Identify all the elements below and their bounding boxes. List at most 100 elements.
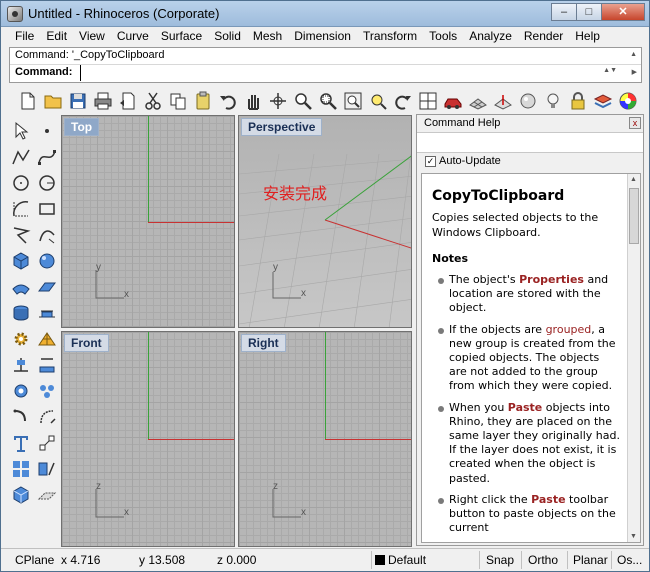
polyline-icon[interactable]	[9, 145, 33, 169]
viewport-title-perspective[interactable]: Perspective	[241, 118, 323, 136]
lock-icon[interactable]	[565, 89, 590, 113]
menu-file[interactable]: File	[9, 27, 40, 46]
rectangle-icon[interactable]	[35, 197, 59, 221]
layer-icon[interactable]	[590, 89, 615, 113]
dimension-icon[interactable]	[9, 379, 33, 403]
viewport-front[interactable]: Front z x	[61, 331, 235, 547]
select-arrow-icon[interactable]	[9, 119, 33, 143]
menu-view[interactable]: View	[73, 27, 111, 46]
help-link-grouped[interactable]: grouped	[546, 323, 592, 336]
viewport-perspective[interactable]: Perspective 安装完成 y x	[238, 115, 412, 328]
panel-header[interactable]: Command Help x	[417, 115, 643, 133]
menu-render[interactable]: Render	[518, 27, 569, 46]
menu-dimension[interactable]: Dimension	[288, 27, 357, 46]
save-icon[interactable]	[65, 89, 90, 113]
scroll-thumb[interactable]	[629, 188, 639, 244]
arc-icon[interactable]	[9, 197, 33, 221]
zoom-selected-icon[interactable]	[365, 89, 390, 113]
paste-icon[interactable]	[190, 89, 215, 113]
rotate-view-icon[interactable]	[265, 89, 290, 113]
menu-analyze[interactable]: Analyze	[463, 27, 518, 46]
help-scrollbar[interactable]: ▲ ▼	[627, 174, 640, 542]
status-ortho[interactable]: Ortho	[528, 553, 558, 567]
copy-icon[interactable]	[165, 89, 190, 113]
viewport-title-top[interactable]: Top	[64, 118, 100, 136]
undo-icon[interactable]	[215, 89, 240, 113]
sphere-icon[interactable]	[35, 249, 59, 273]
minimize-button[interactable]: –	[551, 3, 577, 21]
sphere-render-icon[interactable]	[515, 89, 540, 113]
curve-edit-icon[interactable]	[35, 223, 59, 247]
point-icon[interactable]	[35, 119, 59, 143]
viewport-right[interactable]: Right z x	[238, 331, 412, 547]
menu-surface[interactable]: Surface	[155, 27, 208, 46]
grid-plane-icon[interactable]	[465, 89, 490, 113]
solid-box-icon[interactable]	[9, 483, 33, 507]
redo-view-icon[interactable]	[390, 89, 415, 113]
box-icon[interactable]	[9, 249, 33, 273]
pan-hand-icon[interactable]	[240, 89, 265, 113]
status-osnap[interactable]: Os...	[617, 553, 642, 567]
grid-toggle-icon[interactable]	[35, 483, 59, 507]
surface-icon[interactable]	[9, 275, 33, 299]
help-link-properties[interactable]: Properties	[519, 273, 584, 286]
cut-icon[interactable]	[140, 89, 165, 113]
four-viewports-icon[interactable]	[415, 89, 440, 113]
menu-tools[interactable]: Tools	[423, 27, 463, 46]
zoom-extents-icon[interactable]	[340, 89, 365, 113]
menu-transform[interactable]: Transform	[357, 27, 423, 46]
auto-update-option[interactable]: ✓ Auto-Update	[425, 155, 501, 167]
title-bar[interactable]: Untitled - Rhinoceros (Corporate) – □ ✕	[1, 1, 649, 27]
help-link-paste[interactable]: Paste	[531, 493, 565, 506]
command-spin-icon[interactable]: ▲▼	[603, 67, 617, 74]
scroll-up-icon[interactable]: ▲	[630, 176, 637, 183]
history-scroll-up-icon[interactable]: ▲	[630, 51, 637, 58]
analyze-icon[interactable]	[35, 457, 59, 481]
array-icon[interactable]	[35, 379, 59, 403]
text-icon[interactable]	[9, 431, 33, 455]
zoom-window-icon[interactable]	[315, 89, 340, 113]
menu-edit[interactable]: Edit	[40, 27, 73, 46]
plane-surface-icon[interactable]	[35, 275, 59, 299]
menu-solid[interactable]: Solid	[208, 27, 247, 46]
group-icon[interactable]	[9, 457, 33, 481]
status-cplane[interactable]: CPlane	[15, 553, 54, 567]
light-bulb-icon[interactable]	[540, 89, 565, 113]
close-button[interactable]: ✕	[601, 3, 645, 21]
align-icon[interactable]	[35, 431, 59, 455]
status-layer[interactable]: Default	[375, 553, 426, 567]
cplane-icon[interactable]	[490, 89, 515, 113]
panel-close-icon[interactable]: x	[629, 117, 641, 129]
boolean-icon[interactable]	[35, 353, 59, 377]
zoom-icon[interactable]	[290, 89, 315, 113]
open-folder-icon[interactable]	[40, 89, 65, 113]
maximize-button[interactable]: □	[576, 3, 602, 21]
extrude-icon[interactable]	[9, 301, 33, 325]
import-icon[interactable]	[115, 89, 140, 113]
status-planar[interactable]: Planar	[573, 553, 608, 567]
scroll-down-icon[interactable]: ▼	[630, 533, 637, 540]
color-wheel-icon[interactable]	[615, 89, 640, 113]
viewport-top[interactable]: Top y x	[61, 115, 235, 328]
auto-update-checkbox[interactable]: ✓	[425, 155, 436, 167]
menu-help[interactable]: Help	[569, 27, 606, 46]
curve-icon[interactable]	[35, 145, 59, 169]
help-link-paste[interactable]: Paste	[508, 401, 542, 414]
command-input[interactable]	[80, 65, 620, 81]
print-icon[interactable]	[90, 89, 115, 113]
viewport-title-right[interactable]: Right	[241, 334, 286, 352]
status-snap[interactable]: Snap	[486, 553, 514, 567]
fillet-icon[interactable]	[9, 405, 33, 429]
cylinder-icon[interactable]	[35, 301, 59, 325]
transform-icon[interactable]	[35, 405, 59, 429]
freeform-icon[interactable]	[9, 223, 33, 247]
menu-mesh[interactable]: Mesh	[247, 27, 288, 46]
new-file-icon[interactable]	[15, 89, 40, 113]
bend-icon[interactable]	[9, 353, 33, 377]
car-icon[interactable]	[440, 89, 465, 113]
gear-icon[interactable]	[9, 327, 33, 351]
mesh-icon[interactable]	[35, 327, 59, 351]
command-expand-icon[interactable]: ▶	[632, 68, 637, 76]
circle-icon[interactable]	[9, 171, 33, 195]
circle-center-icon[interactable]	[35, 171, 59, 195]
